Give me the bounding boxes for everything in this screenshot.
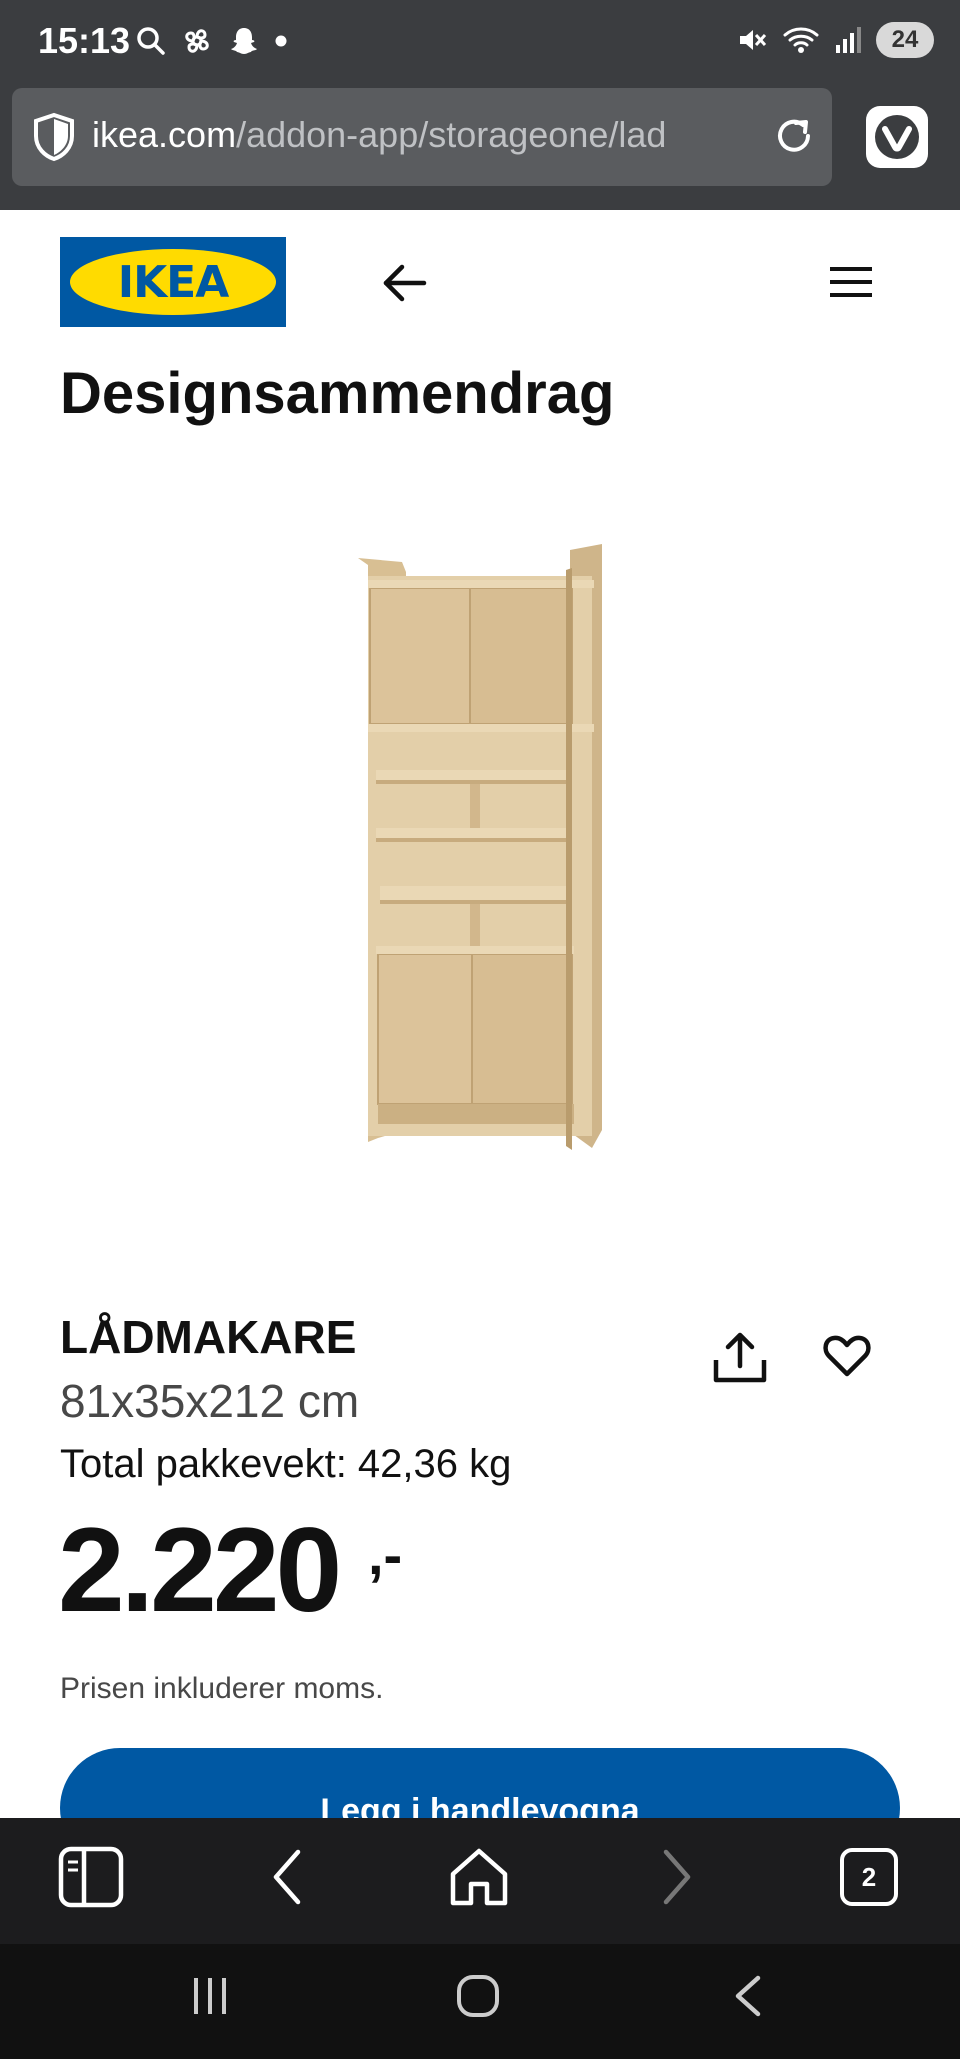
- hamburger-menu-icon[interactable]: [828, 264, 874, 300]
- browser-toolbar: ikea.com/addon-app/storageone/lad: [0, 86, 960, 210]
- back-nav-icon[interactable]: [730, 1974, 766, 2018]
- vivaldi-icon: [875, 115, 919, 159]
- forward-icon[interactable]: [656, 1846, 696, 1908]
- recent-apps-icon[interactable]: [190, 1974, 230, 2018]
- vivaldi-menu-button[interactable]: [866, 106, 928, 168]
- shield-icon[interactable]: [32, 112, 76, 162]
- url-domain: ikea.com: [92, 114, 237, 155]
- product-weight: Total pakkevekt: 42,36 kg: [60, 1442, 512, 1486]
- dot-icon: [275, 35, 287, 47]
- product-name: LÅDMAKARE: [60, 1311, 357, 1363]
- address-bar[interactable]: ikea.com/addon-app/storageone/lad: [12, 88, 832, 186]
- tabs-button[interactable]: 2: [840, 1848, 898, 1906]
- heart-favorite-icon[interactable]: [822, 1330, 872, 1380]
- price-suffix: ,-: [368, 1523, 403, 1586]
- search-icon: [137, 27, 165, 55]
- status-icons-right: 24: [736, 22, 934, 58]
- product-image: [358, 544, 602, 1150]
- panels-icon[interactable]: [58, 1846, 124, 1908]
- snapchat-icon: [231, 28, 257, 54]
- vat-note: Prisen inkluderer moms.: [60, 1672, 384, 1705]
- url-text[interactable]: ikea.com/addon-app/storageone/lad: [92, 114, 742, 156]
- back-arrow-icon[interactable]: [380, 258, 430, 308]
- signal-icon: [836, 27, 861, 53]
- product-dimensions: 81x35x212 cm: [60, 1375, 360, 1427]
- logo-text: IKEA: [117, 256, 230, 308]
- home-nav-icon[interactable]: [456, 1974, 500, 2018]
- battery-indicator: 24: [876, 22, 934, 58]
- status-time: 15:13: [38, 20, 131, 61]
- ikea-logo[interactable]: IKEA: [60, 237, 286, 327]
- ikea-logo-oval: IKEA: [70, 249, 276, 315]
- status-icons-left: [136, 24, 288, 58]
- product-price: 2.220: [58, 1503, 342, 1637]
- back-icon[interactable]: [268, 1846, 308, 1908]
- android-navigation-bar: [0, 1944, 960, 2059]
- pinwheel-icon: [185, 29, 209, 53]
- share-icon[interactable]: [708, 1330, 772, 1386]
- status-bar: 15:13 24: [0, 0, 960, 86]
- reload-icon[interactable]: [770, 112, 818, 160]
- home-icon[interactable]: [448, 1846, 510, 1908]
- page-title: Designsammendrag: [60, 361, 615, 426]
- browser-bottom-bar: 2: [0, 1818, 960, 1944]
- wifi-icon: [783, 27, 819, 53]
- url-path: /addon-app/storageone/lad: [236, 114, 667, 155]
- mute-icon: [740, 30, 767, 50]
